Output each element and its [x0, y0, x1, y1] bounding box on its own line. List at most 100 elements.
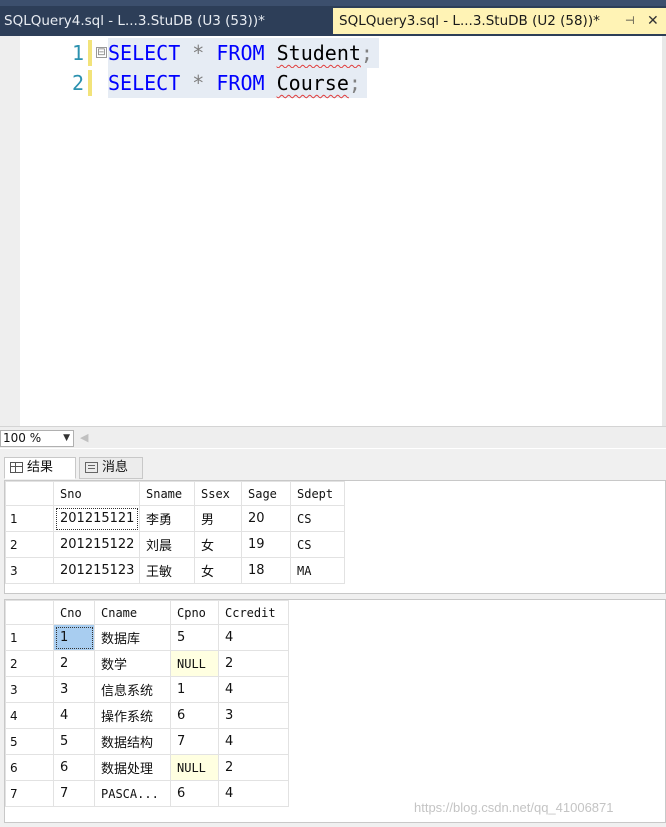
table-cell[interactable]: 刘晨: [139, 531, 195, 558]
code-line-1[interactable]: 1 ⊟ SELECT * FROM Student;: [20, 38, 660, 68]
table-cell[interactable]: 19: [241, 531, 291, 558]
table-cell[interactable]: 2: [218, 754, 289, 781]
table-row[interactable]: 1 1 数据库 5 4: [5, 624, 289, 651]
table-cell[interactable]: 2: [218, 650, 289, 677]
row-number[interactable]: 3: [5, 557, 54, 584]
table-cell[interactable]: 数据结构: [94, 728, 171, 755]
column-header-ssex[interactable]: Ssex: [194, 481, 242, 506]
tab-messages[interactable]: 消息: [79, 457, 143, 479]
row-number[interactable]: 4: [5, 702, 54, 729]
header-row: Sno Sname Ssex Sage Sdept: [5, 481, 345, 506]
table-cell[interactable]: 4: [218, 676, 289, 703]
table-cell[interactable]: 男: [194, 505, 242, 532]
table-cell[interactable]: 1: [170, 676, 219, 703]
table-cell[interactable]: 数学: [94, 650, 171, 677]
tab-sqlquery4[interactable]: SQLQuery4.sql - L...3.StuDB (U3 (53))*: [0, 8, 331, 34]
table-cell[interactable]: 6: [170, 702, 219, 729]
tab-sqlquery3[interactable]: SQLQuery3.sql - L...3.StuDB (U2 (58))* ⊣…: [333, 8, 666, 34]
table-cell[interactable]: 3: [53, 676, 95, 703]
table-row[interactable]: 3 3 信息系统 1 4: [5, 676, 289, 703]
table-cell[interactable]: 7: [53, 780, 95, 807]
scroll-left-icon[interactable]: ◀: [80, 431, 88, 444]
tab-results[interactable]: 结果: [4, 457, 76, 479]
operator: *: [192, 41, 205, 65]
table-cell-selected[interactable]: 1: [53, 624, 95, 651]
table-cell[interactable]: 2: [53, 650, 95, 677]
row-number[interactable]: 7: [5, 780, 54, 807]
table-cell[interactable]: 信息系统: [94, 676, 171, 703]
course-result-grid[interactable]: Cno Cname Cpno Ccredit 1 1 数据库 5 4 2 2 数…: [4, 599, 666, 823]
table-row[interactable]: 2 201215122 刘晨 女 19 CS: [5, 531, 345, 558]
table-row[interactable]: 5 5 数据结构 7 4: [5, 728, 289, 755]
column-header-sname[interactable]: Sname: [139, 481, 195, 506]
dropdown-arrow-icon[interactable]: ▼: [63, 431, 70, 446]
table-cell[interactable]: 20: [241, 505, 291, 532]
row-number[interactable]: 2: [5, 650, 54, 677]
table-cell[interactable]: 女: [194, 557, 242, 584]
table-row[interactable]: 6 6 数据处理 NULL 2: [5, 754, 289, 781]
table-cell[interactable]: 5: [170, 624, 219, 651]
table-cell[interactable]: 4: [218, 780, 289, 807]
table-cell[interactable]: 201215122: [53, 531, 140, 558]
table-cell[interactable]: PASCA...: [94, 780, 171, 807]
table-cell[interactable]: CS: [290, 531, 345, 558]
table-cell[interactable]: 201215123: [53, 557, 140, 584]
keyword: FROM: [216, 71, 265, 95]
code-text[interactable]: SELECT * FROM Course;: [108, 68, 367, 98]
table-row[interactable]: 2 2 数学 NULL 2: [5, 650, 289, 677]
table-row[interactable]: 1 201215121 李勇 男 20 CS: [5, 505, 345, 532]
zoom-bar: 100 % ▼ ◀: [0, 426, 666, 448]
row-number[interactable]: 3: [5, 676, 54, 703]
column-header-cpno[interactable]: Cpno: [170, 600, 219, 625]
column-header-sage[interactable]: Sage: [241, 481, 291, 506]
table-cell[interactable]: 3: [218, 702, 289, 729]
query-editor[interactable]: 1 ⊟ SELECT * FROM Student; 2 SELECT * FR…: [0, 36, 666, 426]
row-number[interactable]: 5: [5, 728, 54, 755]
line-number: 1: [71, 41, 84, 65]
close-icon[interactable]: ✕: [647, 8, 659, 34]
table-cell[interactable]: 数据库: [94, 624, 171, 651]
code-text[interactable]: SELECT * FROM Student;: [108, 38, 379, 68]
pin-icon[interactable]: ⊣: [625, 8, 635, 34]
zoom-select[interactable]: 100 % ▼: [0, 430, 74, 447]
row-number-header[interactable]: [5, 600, 54, 625]
row-number-header[interactable]: [5, 481, 54, 506]
student-result-grid[interactable]: Sno Sname Ssex Sage Sdept 1 201215121 李勇…: [4, 480, 666, 594]
table-cell[interactable]: 王敏: [139, 557, 195, 584]
table-row[interactable]: 4 4 操作系统 6 3: [5, 702, 289, 729]
row-number[interactable]: 1: [5, 624, 54, 651]
table-cell[interactable]: 4: [53, 702, 95, 729]
table-cell[interactable]: 4: [218, 728, 289, 755]
table-cell[interactable]: 7: [170, 728, 219, 755]
table-cell[interactable]: 数据处理: [94, 754, 171, 781]
table-cell[interactable]: MA: [290, 557, 345, 584]
table-cell[interactable]: 4: [218, 624, 289, 651]
column-header-cno[interactable]: Cno: [53, 600, 95, 625]
null-cell[interactable]: NULL: [170, 754, 219, 781]
table-cell[interactable]: 李勇: [139, 505, 195, 532]
row-number[interactable]: 1: [5, 505, 54, 532]
null-cell[interactable]: NULL: [170, 650, 219, 677]
table-cell[interactable]: 5: [53, 728, 95, 755]
column-header-sdept[interactable]: Sdept: [290, 481, 345, 506]
table-cell[interactable]: CS: [290, 505, 345, 532]
keyword: FROM: [216, 41, 265, 65]
code-line-2[interactable]: 2 SELECT * FROM Course;: [20, 68, 660, 98]
row-number[interactable]: 2: [5, 531, 54, 558]
column-header-sno[interactable]: Sno: [53, 481, 140, 506]
table-cell[interactable]: 18: [241, 557, 291, 584]
row-number[interactable]: 6: [5, 754, 54, 781]
table-cell[interactable]: 女: [194, 531, 242, 558]
table-cell[interactable]: 6: [170, 780, 219, 807]
student-table: Sno Sname Ssex Sage Sdept 1 201215121 李勇…: [5, 481, 345, 584]
editor-vertical-scrollbar[interactable]: [662, 36, 666, 426]
table-cell[interactable]: 201215121: [53, 505, 140, 532]
table-cell[interactable]: 6: [53, 754, 95, 781]
table-row[interactable]: 7 7 PASCA... 6 4: [5, 780, 289, 807]
table-cell[interactable]: 操作系统: [94, 702, 171, 729]
table-row[interactable]: 3 201215123 王敏 女 18 MA: [5, 557, 345, 584]
column-header-cname[interactable]: Cname: [94, 600, 171, 625]
column-header-ccredit[interactable]: Ccredit: [218, 600, 289, 625]
collapse-icon[interactable]: ⊟: [96, 47, 107, 58]
grid-icon: [10, 462, 23, 473]
